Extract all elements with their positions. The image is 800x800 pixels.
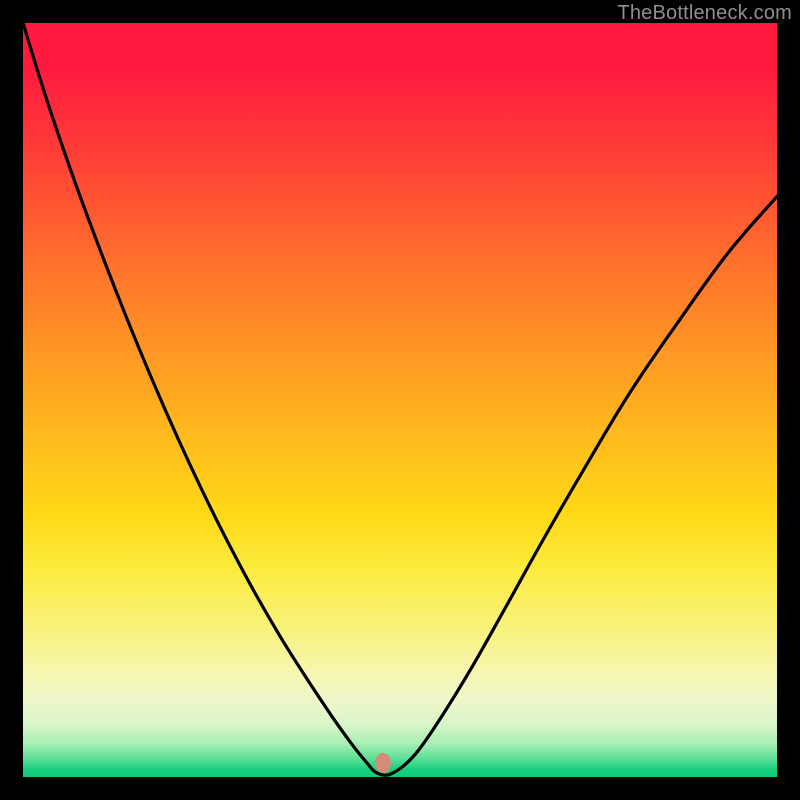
chart-curve bbox=[23, 23, 777, 777]
marker-dot bbox=[375, 753, 391, 773]
watermark-text: TheBottleneck.com bbox=[617, 2, 792, 25]
plot-area bbox=[23, 23, 777, 777]
chart-frame: TheBottleneck.com bbox=[0, 0, 800, 800]
